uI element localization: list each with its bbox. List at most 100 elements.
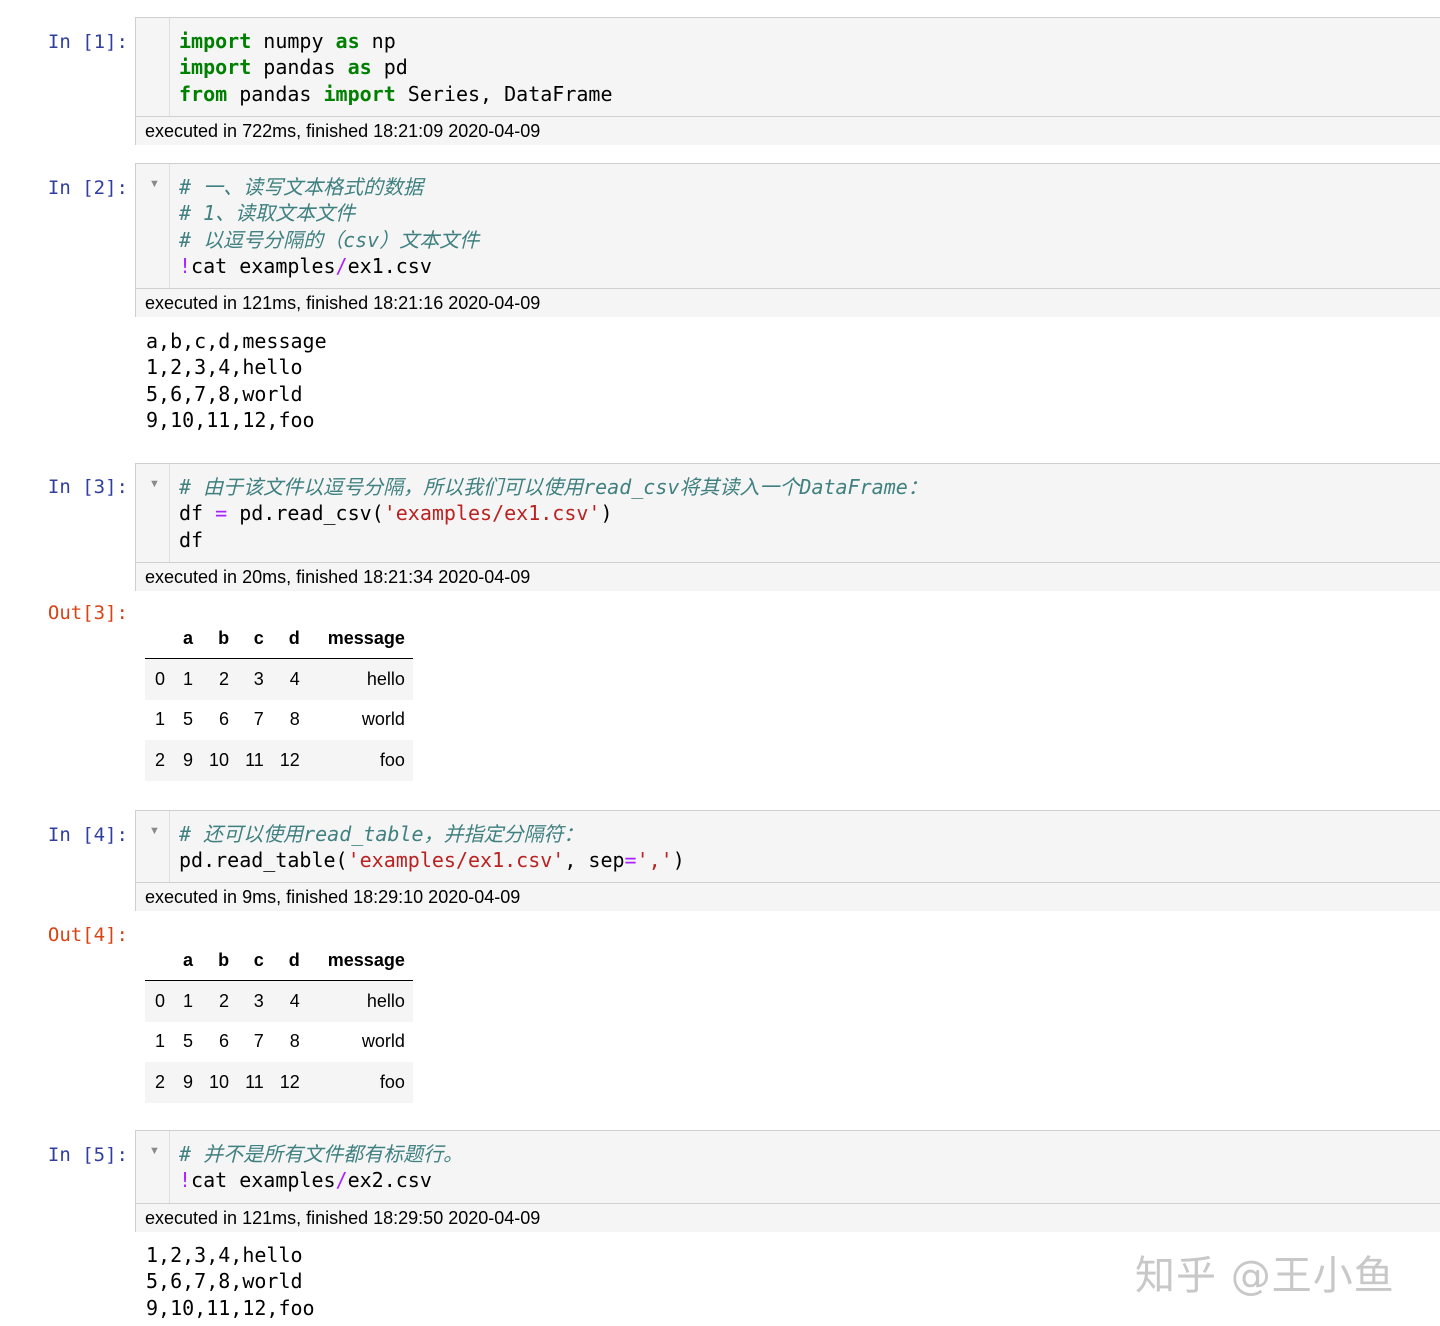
code-cell[interactable]: ▼ # 并不是所有文件都有标题行。 !cat examples/ex2.csv … <box>135 1130 1440 1232</box>
table-cell: 8 <box>289 1031 300 1052</box>
code-text: Series, DataFrame <box>395 81 613 106</box>
table-cell: 9 <box>183 749 194 770</box>
operator: = <box>624 848 637 873</box>
code-text: pandas <box>227 81 324 106</box>
triangle-down-icon[interactable]: ▼ <box>149 178 160 190</box>
row-index: 1 <box>155 1031 166 1052</box>
output-line: 9,10,11,12,foo <box>146 407 315 432</box>
output-line: 5,6,7,8,world <box>146 1269 303 1294</box>
dataframe-table: a b c d message 0 1 2 3 4 hello 1 5 6 7 … <box>145 940 413 1103</box>
table-cell: 5 <box>183 709 194 730</box>
keyword: as <box>335 29 360 53</box>
code-cell[interactable]: ▼ # 一、读写文本格式的数据 # 1、读取文本文件 # 以逗号分隔的（csv）… <box>135 163 1440 317</box>
code-text: df <box>179 527 204 552</box>
code-text: ex2.csv <box>347 1168 432 1193</box>
code-text: ) <box>672 848 685 873</box>
table-cell: 11 <box>245 1071 264 1092</box>
code-text: pd <box>371 55 408 80</box>
table-cell: foo <box>379 1071 405 1092</box>
table-cell: 12 <box>279 749 300 770</box>
triangle-down-icon[interactable]: ▼ <box>149 1145 160 1157</box>
table-cell: 5 <box>183 1031 194 1052</box>
row-index: 2 <box>155 1071 166 1092</box>
output-line: 1,2,3,4,hello <box>146 1243 303 1267</box>
code-comment: # 由于该文件以逗号分隔，所以我们可以使用read_csv将其读入一个DataF… <box>179 475 928 499</box>
output-line: 5,6,7,8,world <box>146 381 303 406</box>
table-cell: 1 <box>183 668 194 689</box>
input-prompt: In [4]: <box>47 824 128 846</box>
code-comment: # 一、读写文本格式的数据 <box>179 175 424 199</box>
column-header: c <box>253 949 264 970</box>
code-text: pd.read_table( <box>179 848 348 873</box>
table-header-row: a b c d message <box>145 940 413 981</box>
code-cell[interactable]: ▼ # 由于该文件以逗号分隔，所以我们可以使用read_csv将其读入一个Dat… <box>135 463 1440 591</box>
code-cell[interactable]: import numpy as np import pandas as pd f… <box>135 17 1440 145</box>
code-editor[interactable]: # 一、读写文本格式的数据 # 1、读取文本文件 # 以逗号分隔的（csv）文本… <box>179 174 479 279</box>
table-cell: 12 <box>279 1071 300 1092</box>
cell-gutter <box>136 811 170 882</box>
table-cell: hello <box>366 990 405 1011</box>
code-editor[interactable]: # 由于该文件以逗号分隔，所以我们可以使用read_csv将其读入一个DataF… <box>179 474 928 553</box>
keyword: from <box>179 81 228 106</box>
execution-time: executed in 9ms, finished 18:29:10 2020-… <box>136 882 1440 911</box>
table-row: 1 5 6 7 8 world <box>145 1022 413 1063</box>
column-header: message <box>327 627 405 648</box>
row-index: 0 <box>155 668 166 689</box>
watermark: 知乎 @王小鱼 <box>1135 1253 1395 1299</box>
table-cell: foo <box>379 749 405 770</box>
operator: / <box>335 253 348 278</box>
table-header-row: a b c d message <box>145 618 413 659</box>
code-comment: # 并不是所有文件都有标题行。 <box>179 1142 464 1166</box>
code-text: pandas <box>251 55 348 80</box>
code-string: ',' <box>636 848 673 873</box>
input-prompt: In [2]: <box>47 177 128 199</box>
input-prompt: In [1]: <box>47 31 128 53</box>
shell-bang: ! <box>179 253 192 278</box>
stream-output: 1,2,3,4,hello 5,6,7,8,world 9,10,11,12,f… <box>146 1242 315 1321</box>
column-header: b <box>218 627 230 648</box>
table-cell: 7 <box>253 709 264 730</box>
stream-output: a,b,c,d,message 1,2,3,4,hello 5,6,7,8,wo… <box>146 328 327 433</box>
code-text: ex1.csv <box>347 253 432 278</box>
column-header: b <box>218 949 230 970</box>
table-cell: 11 <box>245 749 264 770</box>
table-cell: world <box>361 1031 405 1052</box>
code-editor[interactable]: # 并不是所有文件都有标题行。 !cat examples/ex2.csv <box>179 1141 463 1194</box>
row-index: 1 <box>155 709 166 730</box>
output-line: 9,10,11,12,foo <box>146 1295 315 1320</box>
code-comment: # 以逗号分隔的（csv）文本文件 <box>179 227 480 252</box>
row-index: 2 <box>155 749 166 770</box>
output-line: a,b,c,d,message <box>146 329 327 353</box>
index-header <box>145 940 175 981</box>
dataframe-table: a b c d message 0 1 2 3 4 hello 1 5 6 7 … <box>145 618 413 781</box>
table-row: 0 1 2 3 4 hello <box>145 658 413 700</box>
table-cell: 1 <box>183 990 194 1011</box>
code-text: numpy <box>251 29 336 53</box>
table-cell: world <box>361 709 405 730</box>
table-cell: 6 <box>219 709 230 730</box>
keyword: import <box>323 81 396 106</box>
table-row: 2 9 10 11 12 foo <box>145 740 413 781</box>
code-comment: # 还可以使用read_table，并指定分隔符： <box>179 822 584 846</box>
column-header: d <box>288 627 300 648</box>
table-cell: 4 <box>289 668 300 689</box>
column-header: a <box>183 949 194 970</box>
table-cell: 3 <box>253 990 264 1011</box>
operator: / <box>335 1168 348 1193</box>
table-cell: 2 <box>219 990 230 1011</box>
code-cell[interactable]: ▼ # 还可以使用read_table，并指定分隔符： pd.read_tabl… <box>135 810 1440 911</box>
code-editor[interactable]: import numpy as np import pandas as pd f… <box>179 28 613 107</box>
code-text: , sep <box>564 848 625 873</box>
triangle-down-icon[interactable]: ▼ <box>149 478 160 490</box>
table-cell: 9 <box>183 1071 194 1092</box>
code-editor[interactable]: # 还可以使用read_table，并指定分隔符： pd.read_table(… <box>179 821 685 874</box>
table-cell: 10 <box>209 1071 230 1092</box>
cell-gutter <box>136 1131 170 1203</box>
input-prompt: In [3]: <box>47 476 128 498</box>
column-header: c <box>253 627 264 648</box>
column-header: a <box>183 627 194 648</box>
output-prompt: Out[4]: <box>47 924 128 946</box>
table-cell: 3 <box>253 668 264 689</box>
triangle-down-icon[interactable]: ▼ <box>149 825 160 837</box>
code-text: pd.read_csv( <box>227 501 384 526</box>
